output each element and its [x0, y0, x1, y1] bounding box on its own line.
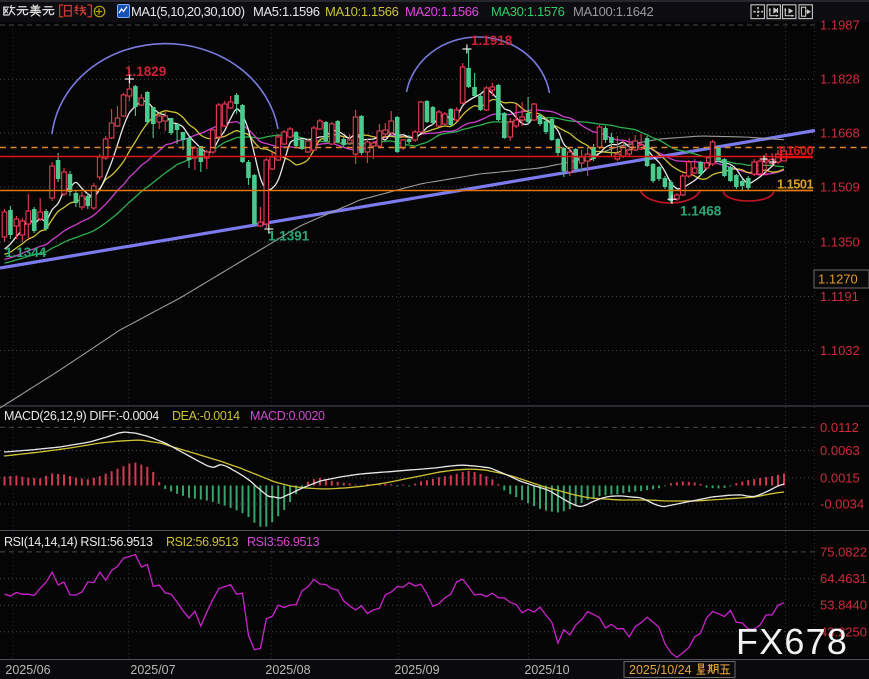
svg-text:DEA:-0.0014: DEA:-0.0014: [172, 409, 240, 423]
svg-text:1.1501: 1.1501: [777, 177, 814, 192]
svg-text:RSI(14,14,14) RSI1:56.9513: RSI(14,14,14) RSI1:56.9513: [4, 535, 153, 549]
svg-text:75.0822: 75.0822: [820, 544, 867, 559]
svg-text:MA100:1.1642: MA100:1.1642: [573, 4, 653, 19]
svg-text:1.1468: 1.1468: [680, 204, 722, 219]
svg-text:MACD:0.0020: MACD:0.0020: [250, 409, 325, 423]
svg-text:1.1828: 1.1828: [820, 72, 860, 87]
svg-text:1.1032: 1.1032: [820, 343, 860, 358]
svg-text:0.0015: 0.0015: [820, 470, 860, 485]
svg-text:MA1(5,10,20,30,100): MA1(5,10,20,30,100): [131, 4, 245, 19]
svg-text:1.1829: 1.1829: [125, 64, 166, 79]
svg-text:1.1270: 1.1270: [818, 272, 858, 287]
svg-text:1.1987: 1.1987: [820, 18, 860, 33]
svg-text:1.1391: 1.1391: [268, 229, 310, 244]
svg-text:2025/08: 2025/08: [265, 663, 310, 677]
svg-text:1.1509: 1.1509: [820, 180, 860, 195]
svg-text:53.8440: 53.8440: [820, 598, 867, 613]
svg-text:FX678: FX678: [736, 621, 848, 662]
svg-text:1.1600: 1.1600: [777, 143, 814, 158]
svg-text:0.0063: 0.0063: [820, 443, 860, 458]
svg-text:MA30:1.1576: MA30:1.1576: [491, 4, 565, 19]
svg-text:MA5:1.1596: MA5:1.1596: [253, 4, 320, 19]
svg-text:1.1350: 1.1350: [820, 235, 860, 250]
svg-text:1.1668: 1.1668: [820, 126, 860, 141]
svg-text:1.1918: 1.1918: [471, 33, 513, 48]
svg-text:MA10:1.1566: MA10:1.1566: [325, 4, 399, 19]
svg-text:2025/09: 2025/09: [394, 663, 439, 677]
svg-text:-0.0034: -0.0034: [820, 497, 864, 512]
svg-text:2025/06: 2025/06: [5, 663, 50, 677]
svg-text:1.1191: 1.1191: [820, 289, 859, 304]
svg-text:RSI2:56.9513: RSI2:56.9513: [166, 535, 239, 549]
svg-text:2025/07: 2025/07: [130, 663, 175, 677]
svg-text:RSI3:56.9513: RSI3:56.9513: [247, 535, 320, 549]
svg-text:MACD(26,12,9) DIFF:-0.0004: MACD(26,12,9) DIFF:-0.0004: [4, 409, 159, 423]
svg-text:2025/10: 2025/10: [524, 663, 569, 677]
svg-text:64.4631: 64.4631: [820, 571, 867, 586]
svg-text:1.1344: 1.1344: [5, 245, 47, 260]
svg-text:2025/10/24: 2025/10/24: [629, 663, 692, 677]
svg-text:MA20:1.1566: MA20:1.1566: [405, 4, 479, 19]
svg-text:0.0112: 0.0112: [820, 420, 859, 435]
